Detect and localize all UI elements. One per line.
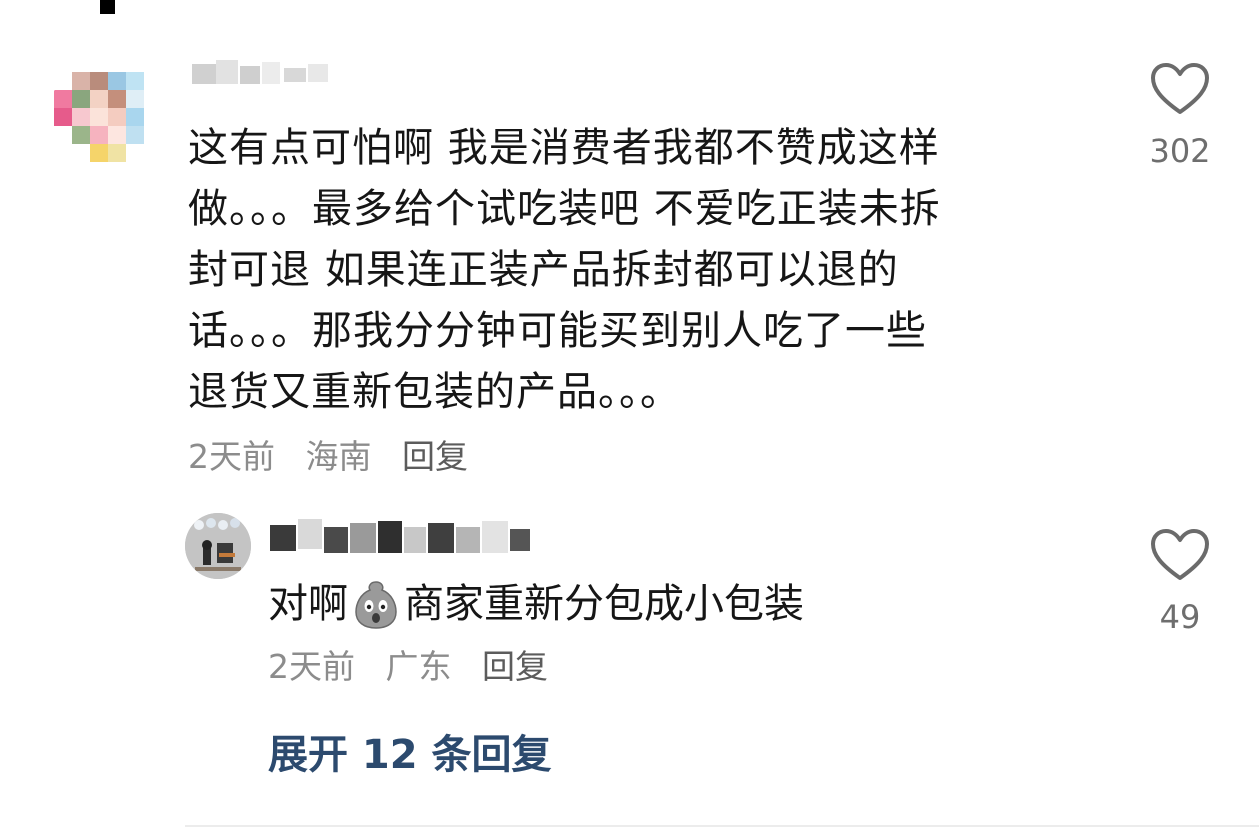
comment-line: 退货又重新包装的产品。。。 (188, 369, 681, 415)
reply-text-part: 对啊 (268, 581, 348, 627)
comment-line: 做。。。最多给个试吃装吧 不爱吃正装未拆 (188, 186, 941, 232)
reply-text-part: 商家重新分包成小包装 (404, 581, 804, 627)
reply-meta: 2天前 广东 回复 (268, 640, 568, 688)
comment-location: 海南 (305, 437, 372, 476)
comment-line: 这有点可怕啊 我是消费者我都不赞成这样 (188, 125, 940, 171)
avatar[interactable] (48, 58, 166, 176)
reply-time: 2天前 (268, 647, 355, 686)
redacted-username (192, 60, 328, 84)
comment-time: 2天前 (188, 437, 275, 476)
reply-location: 广东 (385, 647, 452, 686)
redacted-username (270, 519, 530, 553)
reply-reply-button[interactable]: 回复 (482, 647, 548, 686)
comment-text: 这有点可怕啊 我是消费者我都不赞成这样 做。。。最多给个试吃装吧 不爱吃正装未拆… (188, 118, 1088, 423)
reply-avatar[interactable] (185, 513, 251, 579)
status-marker (100, 0, 115, 14)
reply-like-count: 49 (1159, 598, 1201, 636)
reply-username[interactable] (268, 513, 538, 559)
reply-text: 对啊 商家重新分包成小包装 (268, 578, 804, 630)
reply-like-button[interactable]: 49 (1130, 528, 1230, 636)
heart-icon (1151, 63, 1209, 114)
divider (185, 825, 1259, 827)
username[interactable] (188, 50, 338, 94)
like-count: 302 (1149, 132, 1211, 170)
reply-button[interactable]: 回复 (402, 437, 468, 476)
comment-line: 话。。。那我分分钟可能买到别人吃了一些 (188, 308, 927, 354)
comment-line: 封可退 如果连正装产品拆封都可以退的 (188, 247, 899, 293)
heart-icon (1151, 529, 1209, 580)
comment-meta: 2天前 海南 回复 (188, 430, 488, 478)
avatar-image (48, 58, 166, 176)
like-button[interactable]: 302 (1130, 62, 1230, 170)
scared-face-emoji-icon (350, 578, 402, 630)
avatar-image (185, 513, 251, 579)
expand-replies-link[interactable]: 展开 12 条回复 (268, 722, 552, 780)
